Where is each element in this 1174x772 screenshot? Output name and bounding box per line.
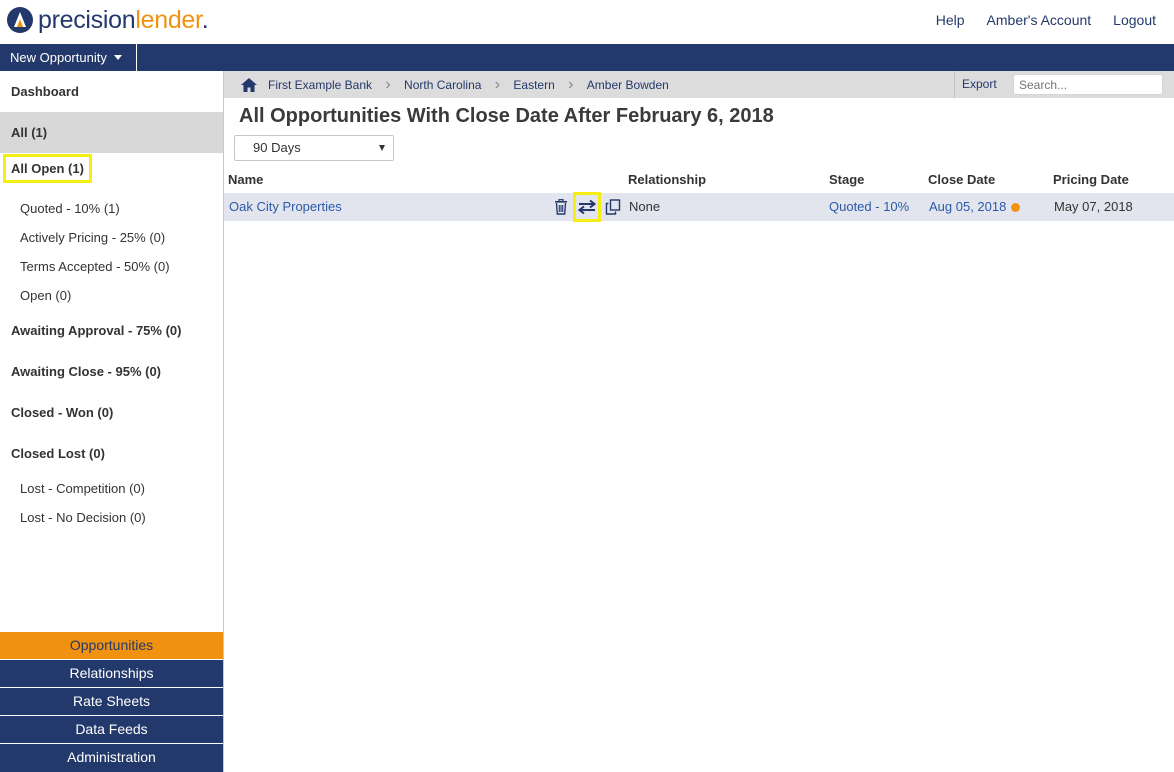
opportunity-name-link[interactable]: Oak City Properties: [229, 193, 342, 221]
delete-icon[interactable]: [551, 197, 571, 217]
header-name[interactable]: Name: [228, 167, 263, 193]
logout-link[interactable]: Logout: [1113, 12, 1156, 28]
sidebar-item-actively-pricing[interactable]: Actively Pricing - 25% (0): [0, 223, 223, 252]
breadcrumb-bar: First Example Bank › North Carolina › Ea…: [224, 71, 1174, 98]
breadcrumb-bank[interactable]: First Example Bank: [268, 78, 372, 92]
sidebar-item-awaiting-close[interactable]: Awaiting Close - 95% (0): [0, 351, 223, 392]
close-date-cell: Aug 05, 2018: [929, 193, 1021, 221]
main-navbar: New Opportunity: [0, 44, 1174, 71]
breadcrumb: First Example Bank › North Carolina › Ea…: [240, 71, 669, 98]
sidebar-item-quoted[interactable]: Quoted - 10% (1): [0, 194, 223, 223]
search-input[interactable]: [1013, 74, 1163, 95]
header-stage[interactable]: Stage: [829, 167, 864, 193]
sidebar-item-all[interactable]: All (1): [0, 112, 223, 153]
sidebar-item-lost-no-decision[interactable]: Lost - No Decision (0): [0, 503, 223, 532]
sidebar-item-all-open-label: All Open (1): [3, 154, 92, 183]
top-header: precisionlender. Help Amber's Account Lo…: [0, 0, 1174, 44]
help-link[interactable]: Help: [936, 12, 965, 28]
nav-data-feeds[interactable]: Data Feeds: [0, 716, 223, 744]
date-range-value: 90 Days: [253, 140, 301, 155]
nav-administration[interactable]: Administration: [0, 744, 223, 772]
sidebar-item-closed-lost[interactable]: Closed Lost (0): [0, 433, 223, 474]
opportunities-table: Name Relationship Stage Close Date Prici…: [224, 167, 1174, 222]
close-date-link[interactable]: Aug 05, 2018: [929, 199, 1006, 214]
nav-rate-sheets[interactable]: Rate Sheets: [0, 688, 223, 716]
chevron-right-icon: ›: [385, 75, 391, 93]
status-dot-icon: [1011, 203, 1021, 213]
bottom-nav: Opportunities Relationships Rate Sheets …: [0, 632, 223, 772]
logo-icon: [7, 7, 33, 33]
table-header: Name Relationship Stage Close Date Prici…: [224, 167, 1174, 193]
header-pricing-date[interactable]: Pricing Date: [1053, 167, 1129, 193]
nav-opportunities[interactable]: Opportunities: [0, 632, 223, 660]
logo[interactable]: precisionlender.: [6, 5, 209, 35]
page-title: All Opportunities With Close Date After …: [239, 105, 774, 127]
sidebar-item-closed-won[interactable]: Closed - Won (0): [0, 392, 223, 433]
sidebar-item-terms-accepted[interactable]: Terms Accepted - 50% (0): [0, 252, 223, 281]
copy-icon[interactable]: [603, 197, 623, 217]
chevron-right-icon: ›: [568, 75, 574, 93]
export-button[interactable]: Export: [954, 71, 1004, 98]
logo-dot: .: [201, 6, 209, 34]
sidebar-item-all-open[interactable]: All Open (1): [0, 153, 223, 193]
sidebar: Dashboard All (1) All Open (1) Quoted - …: [0, 71, 224, 772]
swap-arrows-icon[interactable]: [573, 192, 601, 222]
stage-link[interactable]: Quoted - 10%: [829, 193, 909, 221]
pricing-date-cell: May 07, 2018: [1054, 199, 1133, 214]
new-opportunity-label: New Opportunity: [10, 50, 107, 65]
relationship-cell: None: [629, 199, 661, 214]
header-close-date[interactable]: Close Date: [928, 167, 995, 193]
breadcrumb-region[interactable]: North Carolina: [404, 78, 481, 92]
top-links: Help Amber's Account Logout: [936, 12, 1156, 28]
date-range-select[interactable]: 90 Days: [234, 135, 394, 161]
breadcrumb-user[interactable]: Amber Bowden: [587, 78, 669, 92]
logo-text: precisionlender.: [38, 6, 209, 34]
sidebar-item-dashboard[interactable]: Dashboard: [0, 71, 223, 112]
header-relationship[interactable]: Relationship: [628, 167, 706, 193]
row-actions: [551, 192, 623, 222]
logo-lender: lender: [135, 6, 202, 34]
new-opportunity-button[interactable]: New Opportunity: [0, 44, 137, 71]
sidebar-item-open[interactable]: Open (0): [0, 281, 223, 310]
table-row: Oak City Properties None Quoted - 10% Au…: [224, 192, 1174, 222]
chevron-right-icon: ›: [494, 75, 501, 93]
chevron-down-icon: [113, 55, 122, 60]
dropdown-arrow-icon: [379, 145, 385, 151]
home-icon[interactable]: [240, 77, 258, 93]
logo-precision: precision: [38, 6, 136, 34]
account-link[interactable]: Amber's Account: [987, 12, 1092, 28]
sidebar-item-awaiting-approval[interactable]: Awaiting Approval - 75% (0): [0, 310, 223, 351]
sidebar-item-lost-competition[interactable]: Lost - Competition (0): [0, 474, 223, 503]
breadcrumb-area[interactable]: Eastern: [513, 78, 554, 92]
nav-relationships[interactable]: Relationships: [0, 660, 223, 688]
